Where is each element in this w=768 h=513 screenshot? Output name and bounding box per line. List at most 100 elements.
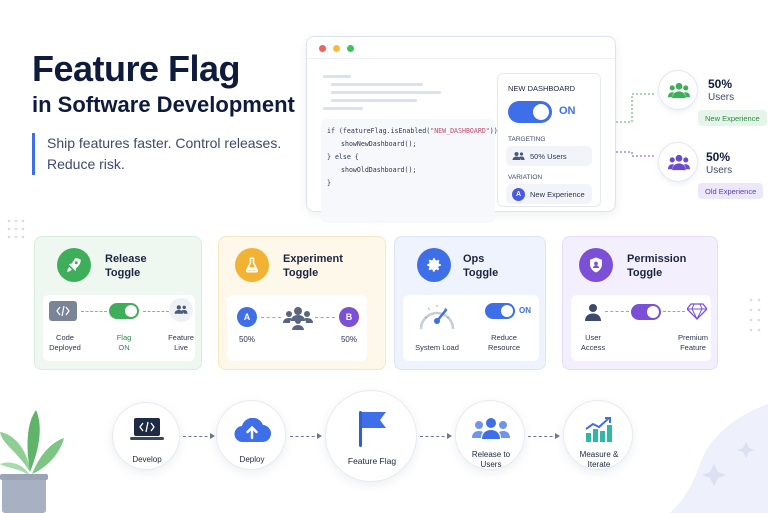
gear-icon	[417, 248, 451, 282]
step-label: Feature Live	[161, 333, 201, 353]
step-label: Flag ON	[105, 333, 143, 353]
targeting-label: TARGETING	[508, 136, 546, 143]
flag-icon	[359, 411, 386, 447]
card-title-line: Permission	[627, 253, 687, 265]
label-line: Access	[580, 343, 606, 352]
action-label: Reduce Resource	[479, 333, 529, 353]
card-illustration: Code Deployed Flag ON Feature Live	[43, 295, 195, 361]
code-text: } else {	[327, 153, 359, 161]
user-group-users-label: Users	[706, 165, 733, 176]
flag-switch[interactable]	[109, 303, 139, 319]
code-snippet: if (featureFlag.isEnabled("NEW_DASHBOARD…	[321, 119, 506, 223]
pipeline-step-measure[interactable]: Measure & Iterate	[563, 400, 633, 470]
browser-titlebar	[307, 37, 615, 59]
browser-window: if (featureFlag.isEnabled("NEW_DASHBOARD…	[306, 36, 616, 223]
label-line: Deployed	[49, 343, 81, 352]
code-text: showOldDashboard();	[341, 166, 417, 174]
step-label: User Access	[573, 333, 613, 353]
card-title: Experiment Toggle	[283, 252, 343, 280]
split-a-label: 50%	[238, 335, 255, 344]
targeting-value: 50% Users	[530, 151, 567, 161]
dot-grid-decoration	[7, 219, 25, 239]
user-group-percent: 50%	[708, 77, 733, 91]
targeting-chip[interactable]: 50% Users	[506, 146, 592, 166]
label-line: Release to	[471, 450, 511, 459]
pipeline-step-release[interactable]: Release to Users	[455, 400, 525, 470]
card-title: Ops Toggle	[463, 252, 498, 280]
card-illustration: System Load ON Reduce Resource	[403, 295, 539, 361]
dashed-connector	[81, 311, 107, 312]
pipeline-step-label: Measure & Iterate	[564, 450, 634, 470]
label-line: Feature	[680, 343, 706, 352]
variation-chip[interactable]: A New Experience	[506, 184, 592, 204]
page-title: Feature Flag	[32, 48, 241, 89]
pipeline-arrow	[183, 433, 215, 439]
experience-tag: New Experience	[698, 110, 767, 126]
release-toggle-card: Release Toggle Code Deployed Flag ON Fea…	[34, 236, 202, 370]
dashed-connector	[663, 311, 685, 312]
users-group-icon	[472, 418, 510, 439]
variation-badge: A	[512, 187, 525, 201]
label-line: Premium	[677, 333, 708, 342]
permission-toggle-card: Permission Toggle User Access Premium Fe…	[562, 236, 718, 370]
label-line: Flag	[116, 333, 132, 342]
card-title: Permission Toggle	[627, 252, 686, 280]
card-illustration: User Access Premium Feature	[571, 295, 711, 361]
gauge-icon	[419, 305, 455, 330]
maximize-dot[interactable]	[347, 45, 354, 52]
dot-grid-decoration	[749, 298, 761, 332]
background-blob	[670, 404, 768, 513]
label-line: Reduce	[491, 333, 517, 342]
close-dot[interactable]	[319, 45, 326, 52]
variation-value: New Experience	[530, 189, 585, 199]
variation-label: VARIATION	[508, 174, 543, 181]
step-label: Code Deployed	[45, 333, 85, 353]
tagline: Ship features faster. Control releases. …	[32, 133, 281, 175]
permission-switch[interactable]	[631, 304, 661, 320]
minimize-dot[interactable]	[333, 45, 340, 52]
pipeline-step-develop[interactable]: Develop	[112, 402, 180, 470]
label-line: ON	[118, 343, 130, 352]
shield-user-icon	[579, 248, 613, 282]
switch-state-label: ON	[519, 306, 531, 315]
laptop-code-icon	[130, 418, 164, 440]
card-title-line: Ops	[463, 253, 485, 265]
users-icon	[668, 154, 690, 171]
code-string: "NEW_DASHBOARD"	[430, 127, 490, 135]
code-text: }	[327, 179, 331, 187]
pipeline-step-deploy[interactable]: Deploy	[216, 400, 286, 470]
dashed-connector	[315, 317, 335, 318]
card-illustration: A B 50% 50%	[227, 295, 367, 361]
user-icon	[585, 304, 601, 321]
pipeline-step-label: Release to Users	[456, 450, 526, 470]
card-title-line: Toggle	[283, 267, 319, 279]
page-subtitle: in Software Development	[32, 92, 295, 117]
label-line: Feature	[168, 333, 194, 342]
pipeline-step-label: Develop	[132, 455, 162, 464]
pipeline-arrow	[420, 433, 452, 439]
tagline-line: Ship features faster. Control releases.	[47, 135, 282, 151]
ops-toggle-card: Ops Toggle System Load ON Reduce Resourc…	[394, 236, 546, 370]
cloud-upload-icon	[234, 418, 271, 443]
card-title-line: Experiment	[283, 253, 343, 265]
flag-settings-panel: NEW DASHBOARD ON TARGETING 50% Users VAR…	[497, 73, 601, 207]
label-line: Live	[174, 343, 188, 352]
label-line: Code	[56, 333, 74, 342]
split-b-label: 50%	[340, 335, 357, 344]
variant-b-badge: B	[339, 307, 359, 327]
card-title: Release Toggle	[105, 252, 147, 280]
pipeline-step-feature-flag[interactable]: Feature Flag	[325, 390, 417, 482]
card-title-line: Toggle	[105, 267, 141, 279]
step-label: Premium Feature	[671, 333, 715, 353]
variant-a-badge: A	[237, 307, 257, 327]
flag-toggle-switch[interactable]	[508, 101, 552, 123]
label-line: Measure &	[579, 450, 619, 459]
connector-lines	[616, 93, 656, 157]
code-text: showNewDashboard();	[341, 140, 417, 148]
plant-illustration	[0, 410, 64, 513]
experiment-toggle-card: Experiment Toggle A B 50% 50%	[218, 236, 386, 370]
label-line: Resource	[487, 343, 521, 352]
pipeline-step-label: Feature Flag	[347, 456, 397, 466]
chart-growth-icon	[585, 417, 612, 442]
ops-switch[interactable]	[485, 303, 515, 319]
